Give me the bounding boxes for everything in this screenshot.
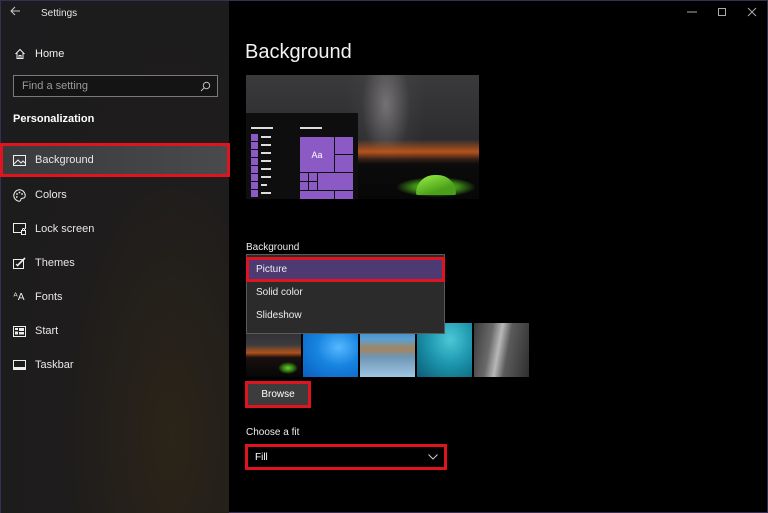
sidebar-item-label: Colors	[35, 189, 67, 201]
preview-list-row	[251, 181, 271, 189]
sidebar-item-label: Taskbar	[35, 359, 74, 371]
start-icon	[12, 324, 26, 338]
sidebar-item-background[interactable]: Background	[0, 143, 230, 177]
preview-list-row	[251, 157, 271, 165]
preview-tile	[318, 173, 353, 190]
home-label: Home	[35, 48, 65, 60]
preview-list-row	[251, 141, 271, 149]
lock-screen-icon	[12, 222, 26, 236]
sidebar-item-themes[interactable]: Themes	[1, 246, 229, 280]
fit-value: Fill	[255, 451, 268, 463]
preview-list-row	[251, 173, 271, 181]
settings-window: Settings Home Personalization Background	[0, 0, 768, 513]
background-type-dropdown[interactable]: Picture Solid color Slideshow	[246, 254, 445, 334]
preview-tile	[335, 155, 353, 172]
preview-start-menu: Aa	[246, 113, 358, 199]
sidebar-item-label: Start	[35, 325, 59, 337]
preview-tile-aa: Aa	[300, 137, 334, 172]
preview-tiles-header	[300, 127, 322, 129]
main-content: Background Aa Background Picture Solid c…	[230, 1, 767, 512]
fit-label: Choose a fit	[246, 427, 300, 438]
preview-list-row	[251, 165, 271, 173]
section-title: Personalization	[13, 113, 95, 125]
search-icon[interactable]	[197, 78, 213, 94]
picture-icon	[12, 153, 26, 167]
fonts-icon: ᴬA	[13, 291, 25, 303]
sidebar-item-label: Background	[35, 154, 94, 166]
preview-tile	[309, 173, 317, 181]
browse-button[interactable]: Browse	[245, 381, 311, 408]
search-input[interactable]	[14, 80, 197, 92]
sidebar-item-label: Lock screen	[35, 223, 95, 235]
sidebar-item-start[interactable]: Start	[1, 314, 229, 348]
sidebar-item-label: Fonts	[35, 291, 63, 303]
preview-tile	[300, 173, 308, 181]
preview-list-row	[251, 133, 271, 141]
search-box[interactable]	[13, 75, 218, 97]
back-arrow-icon[interactable]	[9, 5, 23, 19]
preview-list-row	[251, 149, 271, 157]
preview-tile	[335, 191, 353, 199]
thumbnail-waterfall[interactable]	[474, 323, 529, 377]
preview-tile	[300, 191, 334, 199]
preview-list-row	[251, 189, 271, 197]
preview-tile	[309, 182, 317, 190]
sidebar-item-fonts[interactable]: ᴬA Fonts	[1, 280, 229, 314]
sidebar-item-lock-screen[interactable]: Lock screen	[1, 212, 229, 246]
sidebar-item-colors[interactable]: Colors	[1, 178, 229, 212]
background-preview: Aa	[246, 75, 479, 199]
preview-tile	[300, 182, 308, 190]
preview-app-list	[251, 133, 271, 197]
preview-tiles: Aa	[300, 137, 354, 199]
tent-graphic	[416, 175, 456, 195]
option-picture[interactable]: Picture	[246, 257, 445, 282]
option-slideshow[interactable]: Slideshow	[247, 304, 444, 327]
preview-list-header	[251, 127, 273, 129]
home-link[interactable]: Home	[1, 43, 229, 65]
window-title: Settings	[41, 8, 78, 19]
themes-icon	[12, 256, 26, 270]
chevron-down-icon	[428, 454, 438, 460]
sidebar-item-taskbar[interactable]: Taskbar	[1, 348, 229, 382]
fit-select[interactable]: Fill	[245, 444, 447, 470]
sidebar-nav: Background Colors Lock screen Themes ᴬA …	[0, 143, 230, 382]
sidebar-item-label: Themes	[35, 257, 75, 269]
sidebar: Settings Home Personalization Background	[0, 1, 230, 513]
home-icon	[13, 47, 27, 61]
palette-icon	[12, 188, 26, 202]
taskbar-icon	[12, 358, 26, 372]
preview-tile	[335, 137, 353, 154]
page-title: Background	[245, 41, 352, 63]
option-solid-color[interactable]: Solid color	[247, 281, 444, 304]
background-type-label: Background	[246, 242, 300, 253]
